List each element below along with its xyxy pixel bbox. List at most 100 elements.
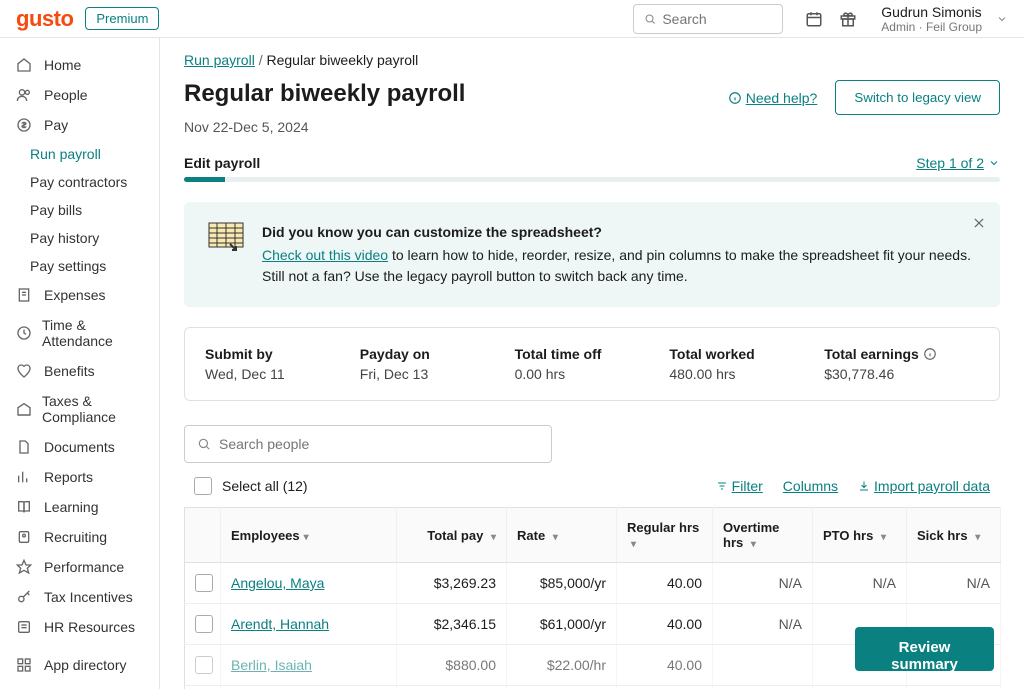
summary-earnings-value: $30,778.46 [824,366,979,382]
sidebar-item-reports[interactable]: Reports [0,462,159,492]
search-box[interactable] [633,4,783,34]
cell-regular[interactable]: 40.00 [617,645,713,686]
employee-link[interactable]: Arendt, Hannah [231,616,329,632]
sidebar-sub-pay-settings[interactable]: Pay settings [0,252,159,280]
review-summary-button[interactable]: Review summary [855,627,994,671]
header-employees[interactable]: Employees▾ [221,508,397,563]
cell-total-pay: $880.00 [397,645,507,686]
info-banner: Did you know you can customize the sprea… [184,202,1000,307]
info-icon [728,91,742,105]
sidebar-item-app-directory[interactable]: App directory [0,650,159,680]
summary-earnings-label: Total earnings [824,346,979,362]
sidebar-sub-pay-contractors[interactable]: Pay contractors [0,168,159,196]
filter-link[interactable]: Filter [716,478,763,494]
sort-icon: ▾ [881,532,886,543]
sidebar-item-hr[interactable]: HR Resources [0,612,159,642]
sidebar-item-home[interactable]: Home [0,50,159,80]
need-help-link[interactable]: Need help? [728,90,818,106]
row-checkbox[interactable] [195,615,213,633]
switch-legacy-button[interactable]: Switch to legacy view [835,80,1000,115]
user-name: Gudrun Simonis [881,4,982,20]
sidebar-sub-pay-bills[interactable]: Pay bills [0,196,159,224]
sort-icon: ▾ [304,532,309,543]
summary-timeoff-label: Total time off [515,346,670,362]
cell-total-pay: $3,269.23 [397,563,507,604]
sidebar-sub-run-payroll[interactable]: Run payroll [0,140,159,168]
employee-link[interactable]: Angelou, Maya [231,575,324,591]
cell-regular[interactable]: 40.00 [617,604,713,645]
premium-badge: Premium [85,7,159,30]
header-rate[interactable]: Rate ▾ [507,508,617,563]
grid-icon [16,657,34,673]
search-icon [644,12,656,26]
building-icon [16,401,32,417]
people-search-input[interactable] [219,436,539,452]
search-input[interactable] [662,11,772,27]
sidebar-item-expenses[interactable]: Expenses [0,280,159,310]
sidebar-sub-pay-history[interactable]: Pay history [0,224,159,252]
book-icon [16,499,34,515]
banner-video-link[interactable]: Check out this video [262,247,388,263]
table-row: Angelou, Maya $3,269.23 $85,000/yr 40.00… [185,563,1001,604]
receipt-icon [16,287,34,303]
columns-link[interactable]: Columns [783,478,838,494]
row-checkbox[interactable] [195,574,213,592]
summary-worked-value: 480.00 hrs [669,366,824,382]
header-regular-hrs[interactable]: Regular hrs ▾ [617,508,713,563]
sort-icon: ▾ [975,532,980,543]
close-icon[interactable] [972,216,986,230]
badge-icon [16,529,34,545]
step-indicator[interactable]: Step 1 of 2 [916,155,1000,171]
people-search[interactable] [184,425,552,463]
cell-sick: N/A [907,563,1001,604]
chevron-down-icon [988,157,1000,169]
sidebar-item-tax-incentives[interactable]: Tax Incentives [0,582,159,612]
sidebar-item-benefits[interactable]: Benefits [0,356,159,386]
page-title: Regular biweekly payroll [184,80,465,108]
document-icon [16,439,34,455]
select-all-checkbox[interactable] [194,477,212,495]
sidebar-item-refer[interactable]: Refer & earn [0,680,159,689]
progress-bar [184,177,1000,182]
clock-icon [16,325,32,341]
main-content: Run payroll / Regular biweekly payroll R… [160,38,1024,689]
header-sick-hrs[interactable]: Sick hrs ▾ [907,508,1001,563]
cell-pto: N/A [813,563,907,604]
sidebar-item-taxes[interactable]: Taxes & Compliance [0,386,159,432]
spreadsheet-icon [208,222,244,250]
home-icon [16,57,34,73]
sidebar-item-performance[interactable]: Performance [0,552,159,582]
cell-overtime: N/A [713,563,813,604]
user-sub: Admin · Feil Group [881,20,982,34]
cell-rate: $85,000/yr [507,563,617,604]
sidebar-item-learning[interactable]: Learning [0,492,159,522]
filter-icon [716,480,728,492]
sort-icon: ▾ [553,532,558,543]
select-all-label: Select all (12) [222,478,308,494]
sidebar-item-people[interactable]: People [0,80,159,110]
user-menu[interactable]: Gudrun Simonis Admin · Feil Group [881,4,1008,34]
sidebar-item-documents[interactable]: Documents [0,432,159,462]
chevron-down-icon [996,13,1008,25]
summary-payday-value: Fri, Dec 13 [360,366,515,382]
header-overtime-hrs[interactable]: Overtime hrs ▾ [713,508,813,563]
import-link[interactable]: Import payroll data [858,478,990,494]
cell-overtime[interactable] [713,645,813,686]
sidebar-item-time[interactable]: Time & Attendance [0,310,159,356]
sidebar-item-recruiting[interactable]: Recruiting [0,522,159,552]
calendar-icon[interactable] [803,8,825,30]
header-pto-hrs[interactable]: PTO hrs ▾ [813,508,907,563]
chart-icon [16,469,34,485]
gift-icon[interactable] [837,8,859,30]
employee-link[interactable]: Berlin, Isaiah [231,657,312,673]
sort-icon: ▾ [631,539,636,550]
cell-regular[interactable]: 40.00 [617,563,713,604]
logo: gusto [16,6,73,32]
row-checkbox[interactable] [195,656,213,674]
breadcrumb-root[interactable]: Run payroll [184,52,255,68]
info-icon[interactable] [923,347,937,361]
header-total-pay[interactable]: Total pay ▾ [397,508,507,563]
summary-payday-label: Payday on [360,346,515,362]
people-icon [16,87,34,103]
sidebar-item-pay[interactable]: Pay [0,110,159,140]
